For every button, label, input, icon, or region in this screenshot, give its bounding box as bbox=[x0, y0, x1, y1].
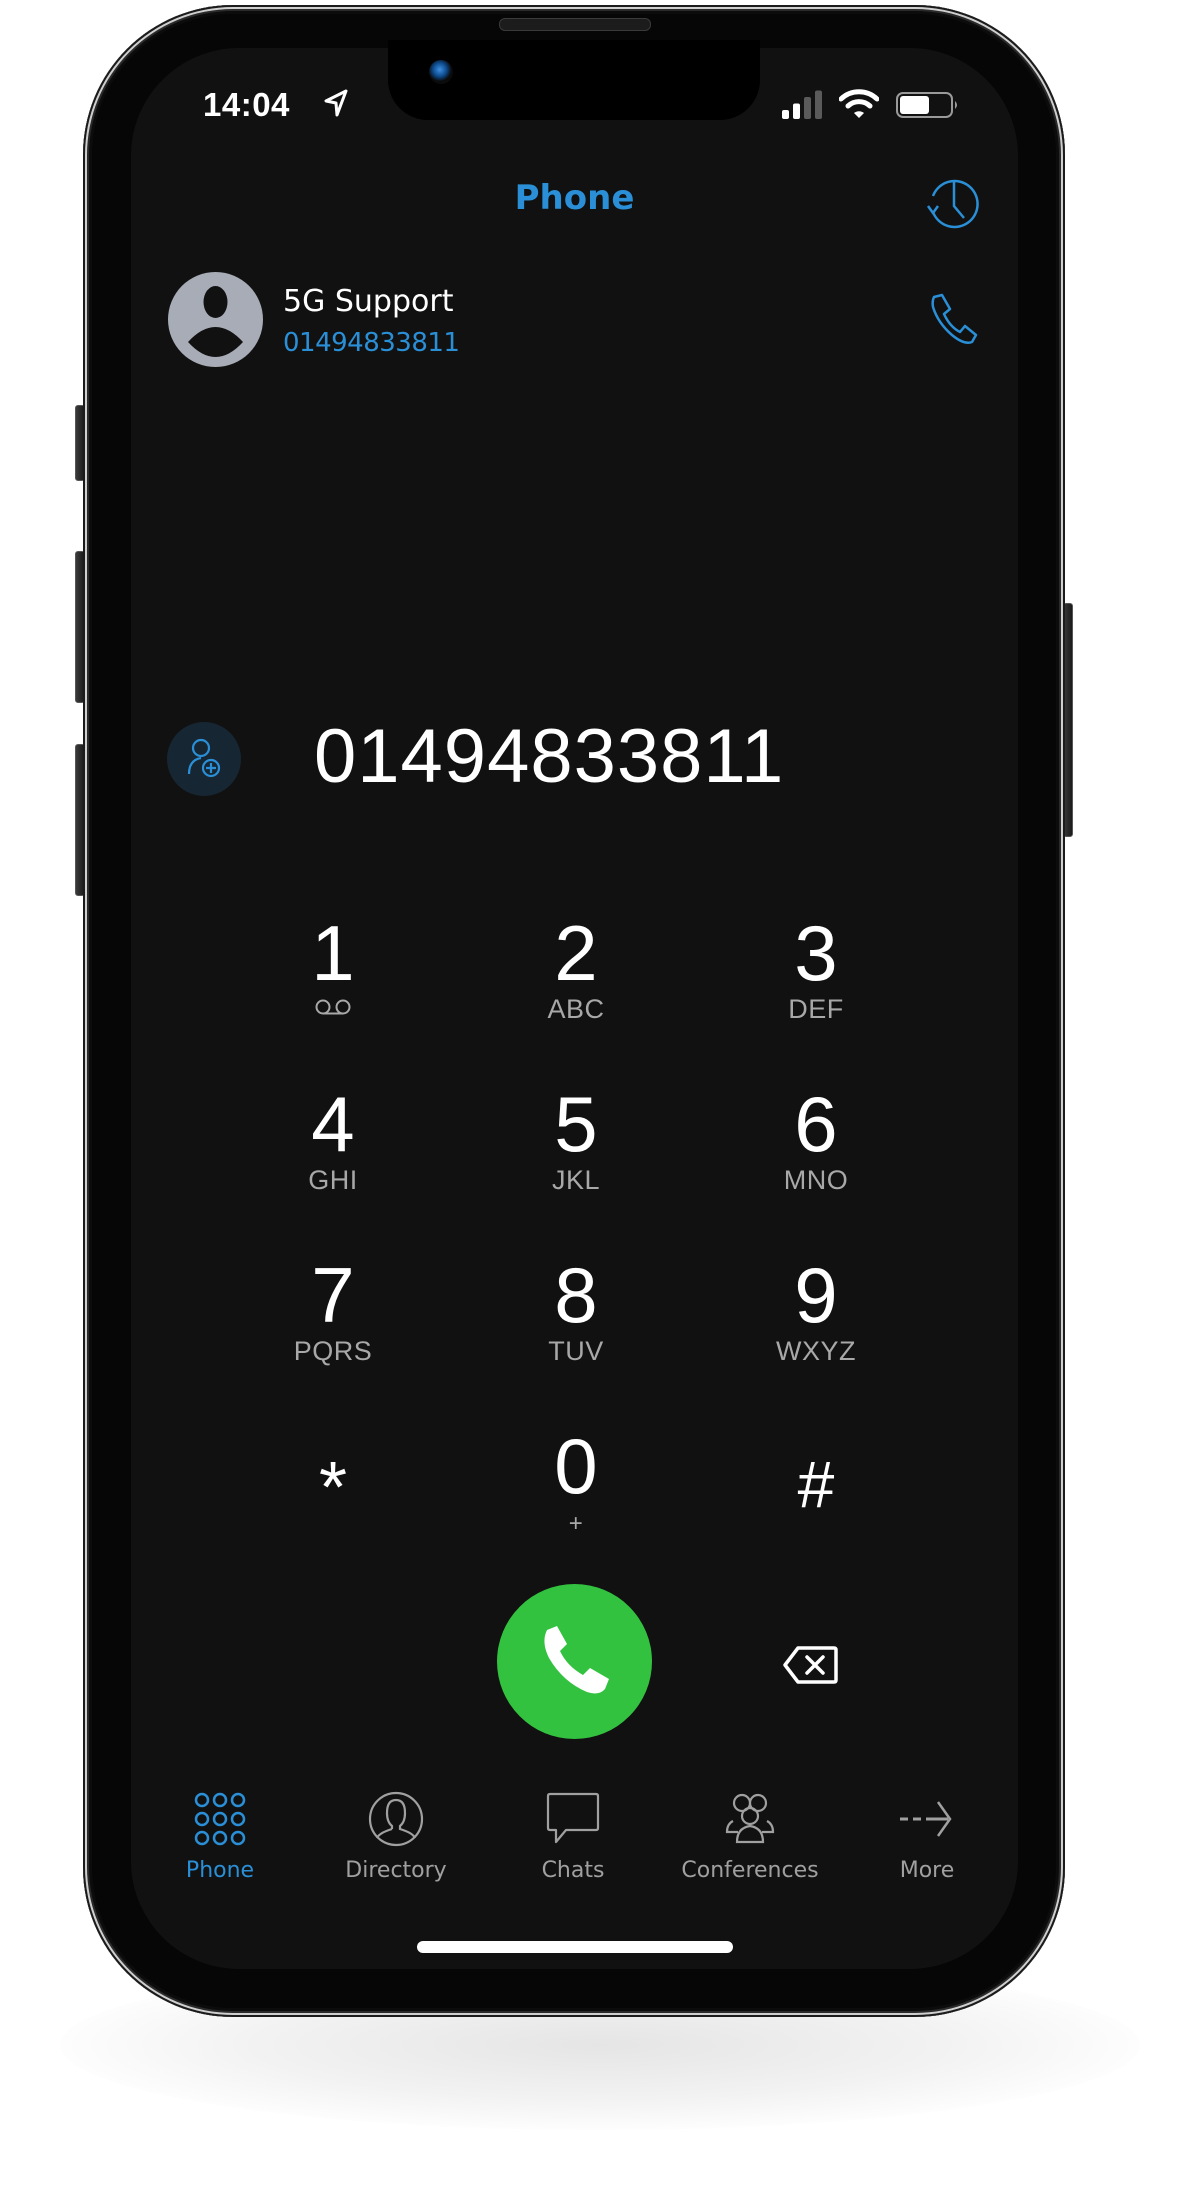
page-title: Phone bbox=[514, 178, 635, 218]
signal-bar bbox=[804, 97, 811, 119]
keypad-key-0[interactable]: 0 + bbox=[486, 1427, 666, 1577]
tab-label: Directory bbox=[345, 1858, 447, 1883]
key-digit: 0 bbox=[554, 1422, 598, 1510]
key-digit: # bbox=[797, 1447, 835, 1521]
keypad-key-7[interactable]: 7 PQRS bbox=[243, 1256, 423, 1406]
tab-more[interactable]: More bbox=[842, 1788, 1012, 1898]
keypad-key-8[interactable]: 8 TUV bbox=[486, 1256, 666, 1406]
keypad-key-2[interactable]: 2 ABC bbox=[486, 914, 666, 1064]
backspace-icon[interactable] bbox=[782, 1645, 838, 1685]
signal-strength-icon bbox=[782, 90, 822, 119]
wifi-icon bbox=[839, 89, 879, 118]
add-contact-icon bbox=[187, 738, 221, 778]
dialed-number[interactable]: 01494833811 bbox=[314, 713, 784, 800]
key-letters: ABC bbox=[547, 994, 605, 1024]
phone-icon[interactable] bbox=[928, 293, 978, 345]
person-avatar-icon bbox=[188, 286, 243, 357]
keypad-key-3[interactable]: 3 DEF bbox=[726, 914, 906, 1064]
phone-handset-icon bbox=[544, 1626, 609, 1694]
tab-label: Conferences bbox=[681, 1858, 819, 1883]
add-contact-button[interactable] bbox=[167, 722, 241, 796]
contact-number[interactable]: 01494833811 bbox=[283, 328, 460, 358]
key-digit: 8 bbox=[554, 1251, 598, 1339]
key-digit: 9 bbox=[794, 1251, 838, 1339]
signal-bar bbox=[815, 90, 822, 119]
voicemail-icon bbox=[315, 999, 351, 1015]
battery-icon bbox=[896, 92, 957, 118]
key-letters: + bbox=[568, 1510, 584, 1537]
keypad-icon bbox=[194, 1792, 246, 1846]
key-digit: * bbox=[318, 1448, 348, 1528]
front-camera bbox=[429, 60, 453, 84]
keypad-key-1[interactable]: 1 bbox=[243, 914, 423, 1064]
location-arrow-icon bbox=[324, 89, 348, 117]
signal-bar bbox=[782, 110, 789, 119]
key-letters: DEF bbox=[788, 994, 844, 1024]
home-indicator[interactable] bbox=[417, 1941, 733, 1953]
tab-label: More bbox=[899, 1858, 955, 1883]
key-digit: 1 bbox=[311, 909, 355, 997]
call-history-icon[interactable] bbox=[924, 176, 980, 232]
tab-phone[interactable]: Phone bbox=[135, 1788, 305, 1898]
key-digit: 4 bbox=[311, 1080, 355, 1168]
arrow-right-icon bbox=[900, 1801, 952, 1837]
key-letters: JKL bbox=[551, 1165, 601, 1195]
contact-name[interactable]: 5G Support bbox=[283, 284, 453, 319]
keypad-key-star[interactable]: * bbox=[243, 1427, 423, 1577]
key-digit: 3 bbox=[794, 909, 838, 997]
phone-screen: 14:04 Phone 5G Support 01494833811 01494… bbox=[131, 48, 1018, 1969]
chat-bubble-icon bbox=[546, 1792, 600, 1844]
speaker-grille bbox=[499, 18, 651, 31]
tab-label: Chats bbox=[541, 1858, 605, 1883]
key-letters: GHI bbox=[308, 1165, 358, 1195]
key-letters: MNO bbox=[783, 1165, 849, 1195]
tab-directory[interactable]: Directory bbox=[311, 1788, 481, 1898]
tab-conferences[interactable]: Conferences bbox=[665, 1788, 835, 1898]
keypad-key-4[interactable]: 4 GHI bbox=[243, 1085, 423, 1235]
keypad-key-9[interactable]: 9 WXYZ bbox=[726, 1256, 906, 1406]
key-digit: 2 bbox=[554, 909, 598, 997]
key-digit: 7 bbox=[311, 1251, 355, 1339]
tab-label: Phone bbox=[185, 1858, 255, 1883]
call-button[interactable] bbox=[497, 1584, 652, 1739]
key-letters: PQRS bbox=[293, 1336, 373, 1366]
group-icon bbox=[725, 1793, 775, 1844]
key-letters: TUV bbox=[548, 1336, 604, 1366]
keypad-key-6[interactable]: 6 MNO bbox=[726, 1085, 906, 1235]
keypad-key-hash[interactable]: # bbox=[726, 1427, 906, 1577]
key-digit: 5 bbox=[554, 1080, 598, 1168]
contact-avatar bbox=[168, 272, 263, 367]
person-circle-icon bbox=[368, 1791, 424, 1847]
key-letters: WXYZ bbox=[776, 1336, 856, 1366]
key-digit: 6 bbox=[794, 1080, 838, 1168]
tab-chats[interactable]: Chats bbox=[488, 1788, 658, 1898]
status-time: 14:04 bbox=[203, 86, 290, 123]
keypad-key-5[interactable]: 5 JKL bbox=[486, 1085, 666, 1235]
signal-bar bbox=[793, 103, 800, 119]
